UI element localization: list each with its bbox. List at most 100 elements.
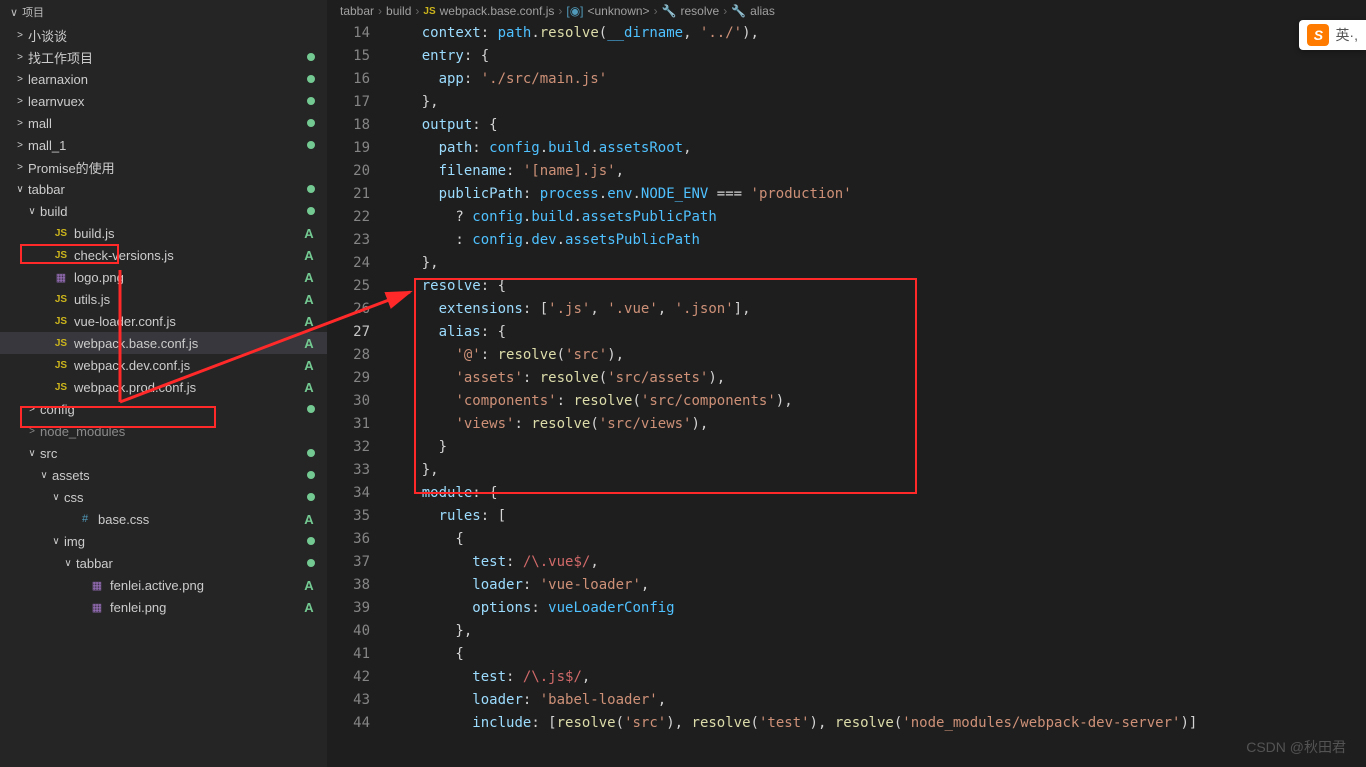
item-label: mall_1 xyxy=(28,138,307,153)
wrench-icon: 🔧 xyxy=(731,4,746,18)
file-item[interactable]: #base.cssA xyxy=(0,508,327,530)
git-status-badge: A xyxy=(299,380,319,395)
file-item[interactable]: JSutils.jsA xyxy=(0,288,327,310)
chevron-right-icon: › xyxy=(558,4,562,18)
file-item[interactable]: JS build.jsA xyxy=(0,222,327,244)
js-icon: JS xyxy=(52,294,70,305)
item-label: fenlei.png xyxy=(110,600,299,615)
modified-dot xyxy=(307,559,315,567)
folder-item[interactable]: >mall xyxy=(0,112,327,134)
code-editor[interactable]: 1415161718192021222324252627282930313233… xyxy=(328,22,1366,767)
chevron-icon: > xyxy=(12,118,28,129)
git-status-badge: A xyxy=(299,226,319,241)
line-gutter: 1415161718192021222324252627282930313233… xyxy=(328,22,388,767)
item-label: learnaxion xyxy=(28,72,307,87)
folder-item[interactable]: >learnvuex xyxy=(0,90,327,112)
chevron-icon: ∨ xyxy=(36,470,52,481)
item-label: img xyxy=(64,534,307,549)
item-label: 小谈谈 xyxy=(28,26,307,45)
chevron-icon: ∨ xyxy=(24,448,40,459)
item-label: assets xyxy=(52,468,307,483)
folder-item[interactable]: >config xyxy=(0,398,327,420)
item-label: vue-loader.conf.js xyxy=(74,314,299,329)
folder-item[interactable]: ∨tabbar xyxy=(0,178,327,200)
item-label: webpack.prod.conf.js xyxy=(74,380,299,395)
chevron-right-icon: › xyxy=(654,4,658,18)
file-item[interactable]: JSwebpack.prod.conf.jsA xyxy=(0,376,327,398)
js-icon: JS xyxy=(52,228,70,239)
code-content[interactable]: context: path.resolve(__dirname, '../'),… xyxy=(388,22,1366,767)
chevron-icon: > xyxy=(12,140,28,151)
chevron-icon: ∨ xyxy=(24,206,40,217)
folder-item[interactable]: >小谈谈 xyxy=(0,24,327,46)
breadcrumb[interactable]: tabbar › build › JS webpack.base.conf.js… xyxy=(328,0,1366,22)
modified-dot xyxy=(307,185,315,193)
file-item[interactable]: JSwebpack.base.conf.jsA xyxy=(0,332,327,354)
item-label: build xyxy=(40,204,307,219)
file-explorer[interactable]: ∨ 项目 >小谈谈>找工作项目>learnaxion>learnvuex>mal… xyxy=(0,0,328,767)
chevron-icon: > xyxy=(12,162,28,173)
breadcrumb-item[interactable]: 🔧 resolve xyxy=(662,4,720,18)
chevron-right-icon: › xyxy=(378,4,382,18)
item-label: src xyxy=(40,446,307,461)
git-status-badge: A xyxy=(299,512,319,527)
folder-item[interactable]: ∨src xyxy=(0,442,327,464)
folder-item[interactable]: >mall_1 xyxy=(0,134,327,156)
folder-item[interactable]: ∨assets xyxy=(0,464,327,486)
modified-dot xyxy=(307,493,315,501)
breadcrumb-item[interactable]: 🔧 alias xyxy=(731,4,775,18)
folder-item[interactable]: ∨img xyxy=(0,530,327,552)
modified-dot xyxy=(307,119,315,127)
file-item[interactable]: JScheck-versions.jsA xyxy=(0,244,327,266)
git-status-badge: A xyxy=(299,336,319,351)
modified-dot xyxy=(307,97,315,105)
folder-item[interactable]: ∨build xyxy=(0,200,327,222)
breadcrumb-item[interactable]: tabbar xyxy=(340,4,374,18)
item-label: base.css xyxy=(98,512,299,527)
chevron-icon: > xyxy=(12,52,28,63)
ime-indicator[interactable]: S 英·, xyxy=(1299,20,1366,50)
breadcrumb-item[interactable]: build xyxy=(386,4,411,18)
folder-item[interactable]: ∨tabbar xyxy=(0,552,327,574)
chevron-right-icon: › xyxy=(415,4,419,18)
chevron-icon: > xyxy=(12,96,28,107)
folder-item[interactable]: ∨css xyxy=(0,486,327,508)
file-item[interactable]: JSvue-loader.conf.jsA xyxy=(0,310,327,332)
chevron-icon: > xyxy=(24,426,40,437)
file-item[interactable]: JSwebpack.dev.conf.jsA xyxy=(0,354,327,376)
modified-dot xyxy=(307,75,315,83)
git-status-badge: A xyxy=(299,600,319,615)
modified-dot xyxy=(307,405,315,413)
git-status-badge: A xyxy=(299,248,319,263)
image-icon: ▦ xyxy=(52,271,70,284)
folder-item[interactable]: >找工作项目 xyxy=(0,46,327,68)
item-label: config xyxy=(40,402,307,417)
item-label: logo.png xyxy=(74,270,299,285)
breadcrumb-item[interactable]: [◉] <unknown> xyxy=(566,4,649,18)
ime-mode: 英·, xyxy=(1335,25,1358,45)
git-status-badge: A xyxy=(299,314,319,329)
chevron-icon: > xyxy=(12,74,28,85)
chevron-icon: ∨ xyxy=(48,536,64,547)
watermark: CSDN @秋田君 xyxy=(1246,737,1346,757)
sogou-icon: S xyxy=(1307,24,1329,46)
item-label: 找工作项目 xyxy=(28,48,307,67)
modified-dot xyxy=(307,53,315,61)
item-label: build.js xyxy=(74,226,299,241)
folder-item[interactable]: >node_modules xyxy=(0,420,327,442)
git-status-badge: A xyxy=(299,292,319,307)
file-item[interactable]: ▦fenlei.pngA xyxy=(0,596,327,618)
explorer-header: ∨ 项目 xyxy=(0,0,327,24)
git-status-badge: A xyxy=(299,358,319,373)
item-label: fenlei.active.png xyxy=(110,578,299,593)
folder-item[interactable]: >Promise的使用 xyxy=(0,156,327,178)
chevron-icon: > xyxy=(24,404,40,415)
item-label: mall xyxy=(28,116,307,131)
file-item[interactable]: ▦ logo.pngA xyxy=(0,266,327,288)
file-item[interactable]: ▦fenlei.active.pngA xyxy=(0,574,327,596)
git-status-badge: A xyxy=(299,578,319,593)
modified-dot xyxy=(307,471,315,479)
folder-item[interactable]: >learnaxion xyxy=(0,68,327,90)
breadcrumb-item[interactable]: JS webpack.base.conf.js xyxy=(423,4,554,18)
git-status-badge: A xyxy=(299,270,319,285)
